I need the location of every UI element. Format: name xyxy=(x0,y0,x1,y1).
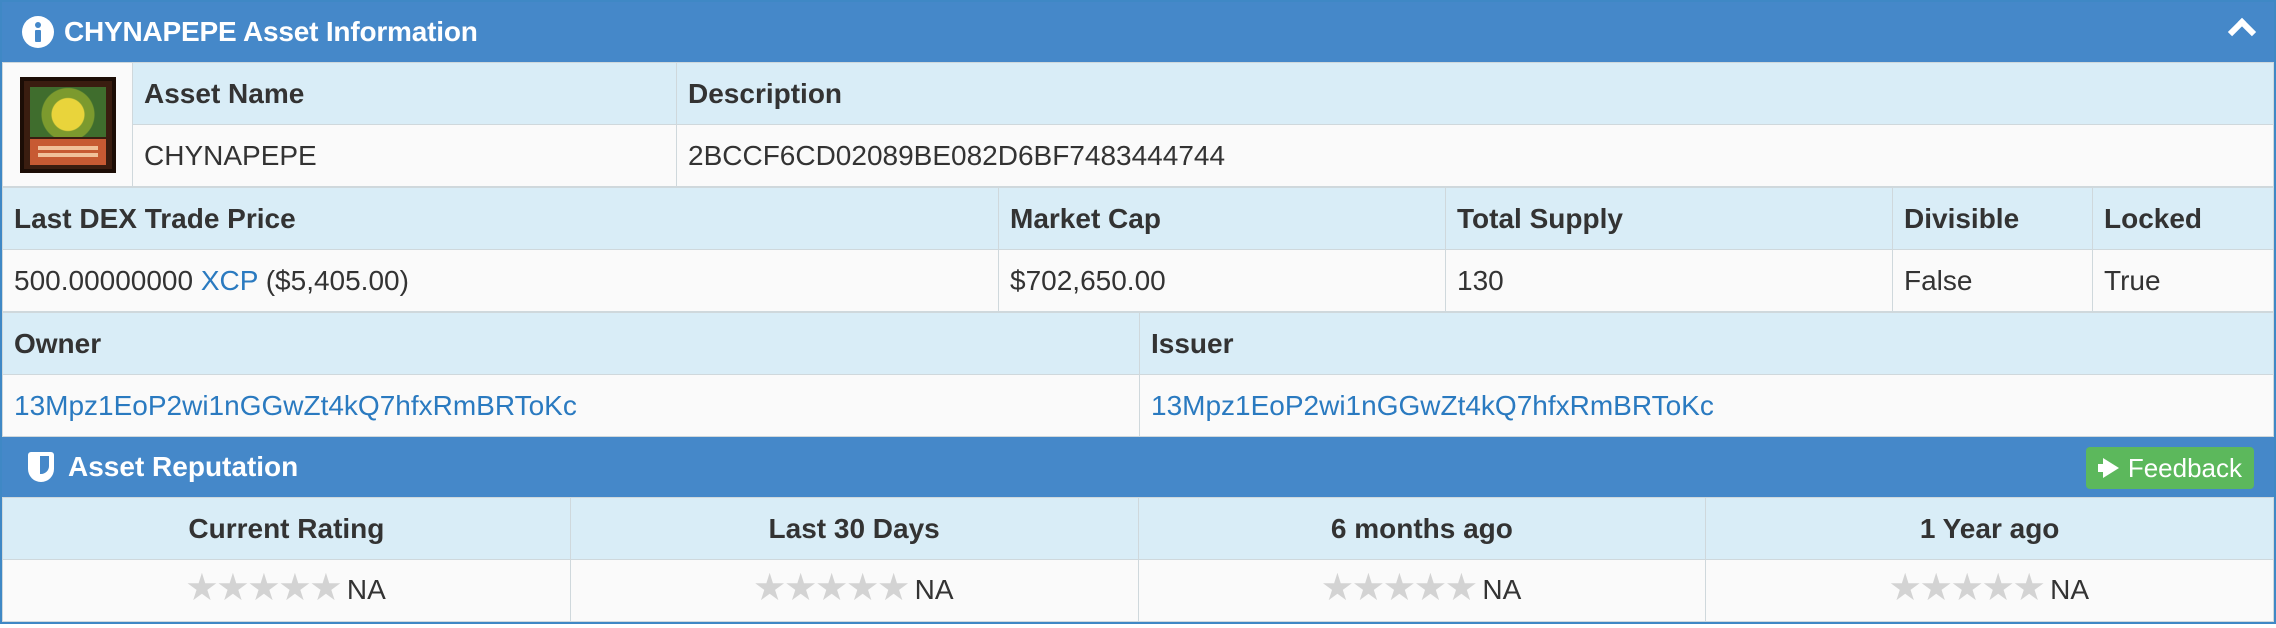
star-icon xyxy=(311,572,341,601)
star-rating[interactable] xyxy=(1322,572,1476,603)
last-price-header: Last DEX Trade Price xyxy=(2,187,999,250)
total-supply-value: 130 xyxy=(1445,249,1893,312)
locked-header: Locked xyxy=(2092,187,2274,250)
divisible-header: Divisible xyxy=(1892,187,2093,250)
owner-header: Owner xyxy=(2,312,1140,375)
asset-image-cell xyxy=(2,62,133,187)
last-price-amount: 500.00000000 xyxy=(14,264,194,296)
rating-value: NA xyxy=(1482,574,1522,606)
asset-name-table: Asset Name Description CHYNAPEPE 2BCCF6C… xyxy=(2,62,2274,187)
asset-name-value: CHYNAPEPE xyxy=(132,124,677,187)
issuer-address-link[interactable]: 13Mpz1EoP2wi1nGGwZt4kQ7hfxRmBRToKc xyxy=(1151,390,1714,421)
description-value: 2BCCF6CD02089BE082D6BF7483444744 xyxy=(676,124,2274,187)
six-months-header: 6 months ago xyxy=(1137,497,1707,560)
asset-name-header: Asset Name xyxy=(132,62,677,125)
star-rating[interactable] xyxy=(1890,572,2044,603)
rating-value: NA xyxy=(914,574,954,606)
star-icon xyxy=(1354,572,1383,601)
six-months-cell: NA xyxy=(1137,559,1707,622)
star-icon xyxy=(249,572,279,601)
star-icon xyxy=(1416,572,1445,601)
star-rating[interactable] xyxy=(187,572,341,603)
shield-icon xyxy=(28,452,54,482)
star-icon xyxy=(218,572,248,601)
megaphone-icon xyxy=(2097,458,2120,478)
star-icon xyxy=(2014,572,2044,601)
asset-image[interactable] xyxy=(19,76,116,173)
total-supply-header: Total Supply xyxy=(1445,187,1893,250)
star-icon xyxy=(280,572,310,601)
asset-info-title: CHYNAPEPE Asset Information xyxy=(64,16,478,47)
rating-value: NA xyxy=(2050,574,2090,606)
owner-value: 13Mpz1EoP2wi1nGGwZt4kQ7hfxRmBRToKc xyxy=(2,374,1140,437)
star-icon xyxy=(879,572,909,601)
last-price-usd: ($5,405.00) xyxy=(265,264,409,296)
star-icon xyxy=(1890,572,1920,601)
one-year-cell: NA xyxy=(1705,559,2274,622)
one-year-header: 1 Year ago xyxy=(1705,497,2274,560)
info-icon xyxy=(22,16,54,48)
last-30-days-cell: NA xyxy=(569,559,1139,622)
rating-value: NA xyxy=(346,574,386,606)
reputation-header: Asset Reputation Feedback xyxy=(2,437,2274,497)
description-header: Description xyxy=(676,62,2274,125)
market-cap-value: $702,650.00 xyxy=(998,249,1446,312)
star-icon xyxy=(1447,572,1476,601)
star-icon xyxy=(1323,572,1352,601)
star-icon xyxy=(1921,572,1951,601)
last-price-value: 500.00000000 XCP ($5,405.00) xyxy=(2,249,999,312)
star-icon xyxy=(786,572,816,601)
star-icon xyxy=(1385,572,1414,601)
owner-address-link[interactable]: 13Mpz1EoP2wi1nGGwZt4kQ7hfxRmBRToKc xyxy=(14,390,577,421)
divisible-value: False xyxy=(1892,249,2093,312)
asset-info-header[interactable]: CHYNAPEPE Asset Information xyxy=(2,2,2274,62)
xcp-link[interactable]: XCP xyxy=(201,265,258,296)
last-30-days-header: Last 30 Days xyxy=(569,497,1139,560)
market-table: Last DEX Trade Price Market Cap Total Su… xyxy=(2,187,2274,312)
star-icon xyxy=(848,572,878,601)
star-icon xyxy=(1983,572,2013,601)
feedback-button[interactable]: Feedback xyxy=(2085,447,2254,489)
star-icon xyxy=(755,572,785,601)
star-icon xyxy=(187,572,217,601)
star-icon xyxy=(817,572,847,601)
star-rating[interactable] xyxy=(755,572,909,603)
issuer-value: 13Mpz1EoP2wi1nGGwZt4kQ7hfxRmBRToKc xyxy=(1139,374,2274,437)
owner-table: Owner Issuer 13Mpz1EoP2wi1nGGwZt4kQ7hfxR… xyxy=(2,312,2274,437)
locked-value: True xyxy=(2092,249,2274,312)
current-rating-cell: NA xyxy=(2,559,571,622)
feedback-label: Feedback xyxy=(2127,452,2242,483)
market-cap-header: Market Cap xyxy=(998,187,1446,250)
reputation-title: Asset Reputation xyxy=(68,451,299,482)
reputation-table: Current Rating Last 30 Days 6 months ago… xyxy=(2,497,2274,622)
chevron-up-icon[interactable] xyxy=(2227,17,2257,47)
asset-info-panel: CHYNAPEPE Asset Information Asset Name D… xyxy=(0,0,2276,624)
current-rating-header: Current Rating xyxy=(2,497,571,560)
star-icon xyxy=(1952,572,1982,601)
issuer-header: Issuer xyxy=(1139,312,2274,375)
